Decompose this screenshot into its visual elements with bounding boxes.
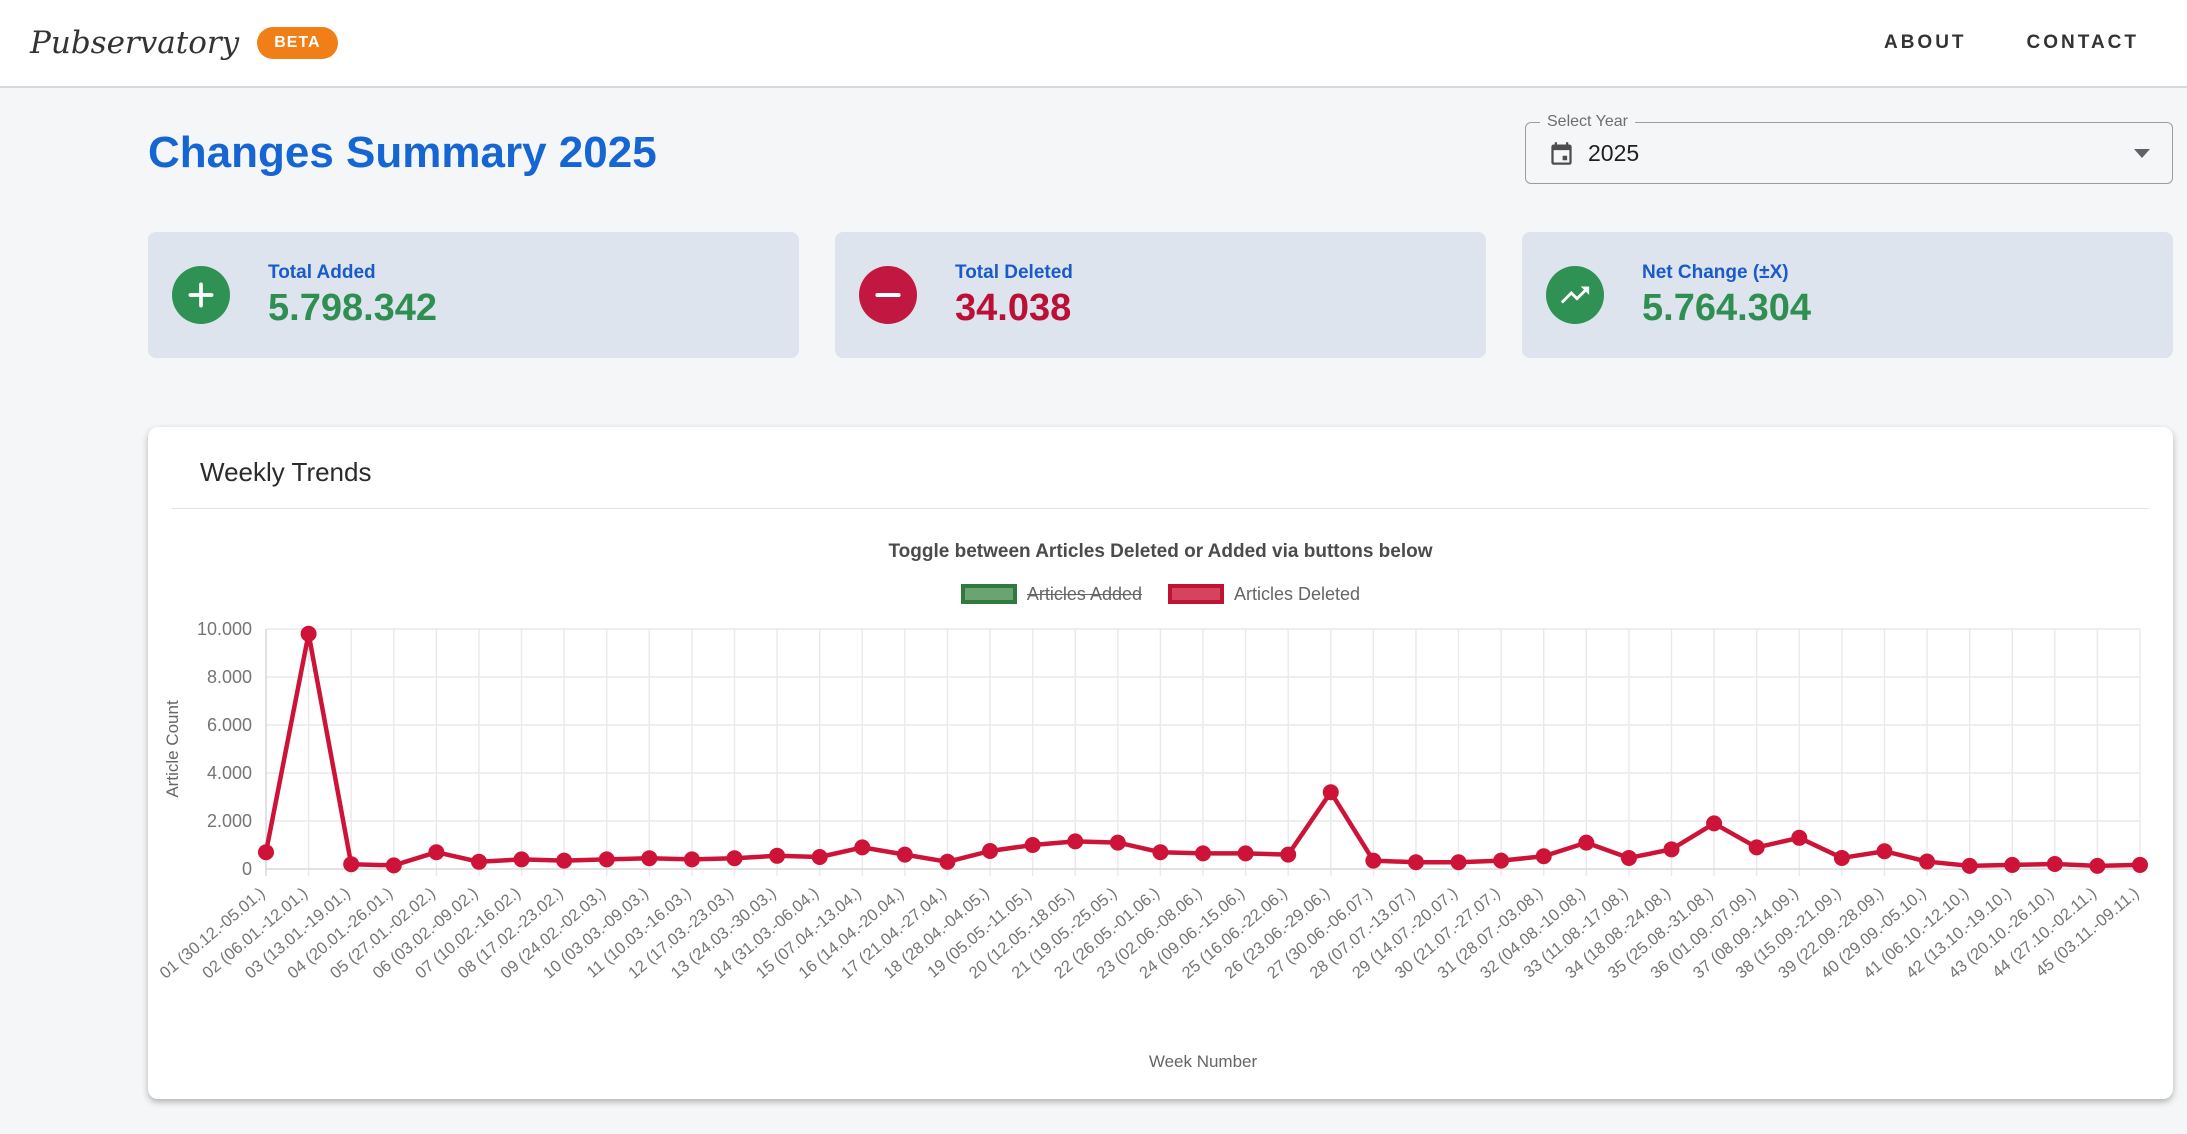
y-tick-label: 10.000 xyxy=(197,619,252,639)
data-point[interactable] xyxy=(1025,837,1041,853)
legend-toggle-articles-added[interactable]: Articles Added xyxy=(961,584,1142,605)
stat-text: Total Deleted 34.038 xyxy=(955,262,1073,329)
title-row: Changes Summary 2025 Select Year 2025 xyxy=(148,122,2173,184)
data-point[interactable] xyxy=(982,843,998,859)
stat-card-net-change: Net Change (±X) 5.764.304 xyxy=(1522,232,2173,358)
stat-text: Net Change (±X) 5.764.304 xyxy=(1642,262,1811,329)
stat-card-total-added: Total Added 5.798.342 xyxy=(148,232,799,358)
data-point[interactable] xyxy=(1578,835,1594,851)
x-axis-title: Week Number xyxy=(1149,1052,1258,1071)
top-navbar: Pubservatory BETA ABOUT CONTACT xyxy=(0,0,2187,88)
stat-value: 5.798.342 xyxy=(268,289,437,329)
y-tick-label: 2.000 xyxy=(207,811,252,831)
data-point[interactable] xyxy=(1238,845,1254,861)
brand: Pubservatory BETA xyxy=(30,25,338,61)
legend-label-articles-added: Articles Added xyxy=(1027,584,1142,605)
data-point[interactable] xyxy=(1706,815,1722,831)
app-window: Pubservatory BETA ABOUT CONTACT Changes … xyxy=(0,0,2187,1134)
chart-legend: Articles Added Articles Deleted xyxy=(148,579,2173,609)
data-point[interactable] xyxy=(2089,858,2105,874)
data-point[interactable] xyxy=(471,854,487,870)
data-point[interactable] xyxy=(386,857,402,873)
data-point[interactable] xyxy=(1493,853,1509,869)
data-point[interactable] xyxy=(1280,847,1296,863)
stat-label: Net Change (±X) xyxy=(1642,262,1811,284)
legend-toggle-articles-deleted[interactable]: Articles Deleted xyxy=(1168,584,1360,605)
y-tick-label: 6.000 xyxy=(207,715,252,735)
data-point[interactable] xyxy=(684,851,700,867)
data-point[interactable] xyxy=(1664,841,1680,857)
legend-label-articles-deleted: Articles Deleted xyxy=(1234,584,1360,605)
legend-swatch-articles-deleted xyxy=(1168,584,1224,604)
data-point[interactable] xyxy=(301,626,317,642)
data-point[interactable] xyxy=(2004,857,2020,873)
legend-swatch-articles-added xyxy=(961,584,1017,604)
data-point[interactable] xyxy=(1110,835,1126,851)
data-point[interactable] xyxy=(514,851,530,867)
data-point[interactable] xyxy=(2132,857,2148,873)
nav-link-contact[interactable]: CONTACT xyxy=(2027,32,2139,54)
main-content: Changes Summary 2025 Select Year 2025 xyxy=(0,88,2187,1099)
data-point[interactable] xyxy=(641,850,657,866)
beta-badge: BETA xyxy=(257,27,337,59)
data-point[interactable] xyxy=(599,851,615,867)
y-tick-label: 4.000 xyxy=(207,763,252,783)
data-point[interactable] xyxy=(1408,854,1424,870)
data-point[interactable] xyxy=(939,854,955,870)
data-point[interactable] xyxy=(1962,858,1978,874)
divider xyxy=(172,508,2149,509)
data-point[interactable] xyxy=(1749,839,1765,855)
stat-value: 5.764.304 xyxy=(1642,289,1811,329)
data-point[interactable] xyxy=(343,856,359,872)
stats-row: Total Added 5.798.342 Total Deleted 34.0… xyxy=(148,232,2173,358)
main-nav: ABOUT CONTACT xyxy=(1824,32,2139,54)
data-point[interactable] xyxy=(2047,856,2063,872)
y-axis-title: Article Count xyxy=(163,700,182,798)
stat-card-total-deleted: Total Deleted 34.038 xyxy=(835,232,1486,358)
stat-value: 34.038 xyxy=(955,289,1073,329)
data-point[interactable] xyxy=(854,839,870,855)
data-point[interactable] xyxy=(1365,853,1381,869)
app-logo: Pubservatory xyxy=(30,25,239,61)
data-point[interactable] xyxy=(1536,848,1552,864)
stat-label: Total Added xyxy=(268,262,437,284)
data-point[interactable] xyxy=(1195,845,1211,861)
data-point[interactable] xyxy=(727,850,743,866)
year-select-label: Select Year xyxy=(1540,112,1635,131)
data-point[interactable] xyxy=(1323,784,1339,800)
data-point[interactable] xyxy=(1919,854,1935,870)
chevron-down-icon xyxy=(2134,149,2150,158)
calendar-icon xyxy=(1548,140,1575,167)
data-point[interactable] xyxy=(812,849,828,865)
weekly-trends-chart[interactable]: 02.0004.0006.0008.00010.00001 (30.12.-05… xyxy=(148,615,2173,1077)
data-point[interactable] xyxy=(1876,843,1892,859)
plus-icon xyxy=(172,266,230,324)
chart-area: Toggle between Articles Deleted or Added… xyxy=(148,541,2173,1077)
minus-icon xyxy=(859,266,917,324)
data-point[interactable] xyxy=(1152,844,1168,860)
stat-label: Total Deleted xyxy=(955,262,1073,284)
y-tick-label: 0 xyxy=(242,859,252,879)
year-select[interactable]: Select Year 2025 xyxy=(1525,122,2173,184)
data-point[interactable] xyxy=(1451,854,1467,870)
data-point[interactable] xyxy=(1621,850,1637,866)
data-point[interactable] xyxy=(556,853,572,869)
data-point[interactable] xyxy=(428,844,444,860)
data-point[interactable] xyxy=(769,848,785,864)
data-point[interactable] xyxy=(1067,833,1083,849)
year-select-value: 2025 xyxy=(1588,140,1639,167)
chart-title: Toggle between Articles Deleted or Added… xyxy=(148,541,2173,563)
data-point[interactable] xyxy=(258,844,274,860)
stat-text: Total Added 5.798.342 xyxy=(268,262,437,329)
data-point[interactable] xyxy=(1834,850,1850,866)
page-title: Changes Summary 2025 xyxy=(148,128,657,178)
data-point[interactable] xyxy=(897,847,913,863)
y-tick-label: 8.000 xyxy=(207,667,252,687)
chart-card-title: Weekly Trends xyxy=(148,427,2173,508)
data-point[interactable] xyxy=(1791,830,1807,846)
weekly-trends-card: Weekly Trends Toggle between Articles De… xyxy=(148,427,2173,1099)
trending-up-icon xyxy=(1546,266,1604,324)
nav-link-about[interactable]: ABOUT xyxy=(1884,32,1967,54)
